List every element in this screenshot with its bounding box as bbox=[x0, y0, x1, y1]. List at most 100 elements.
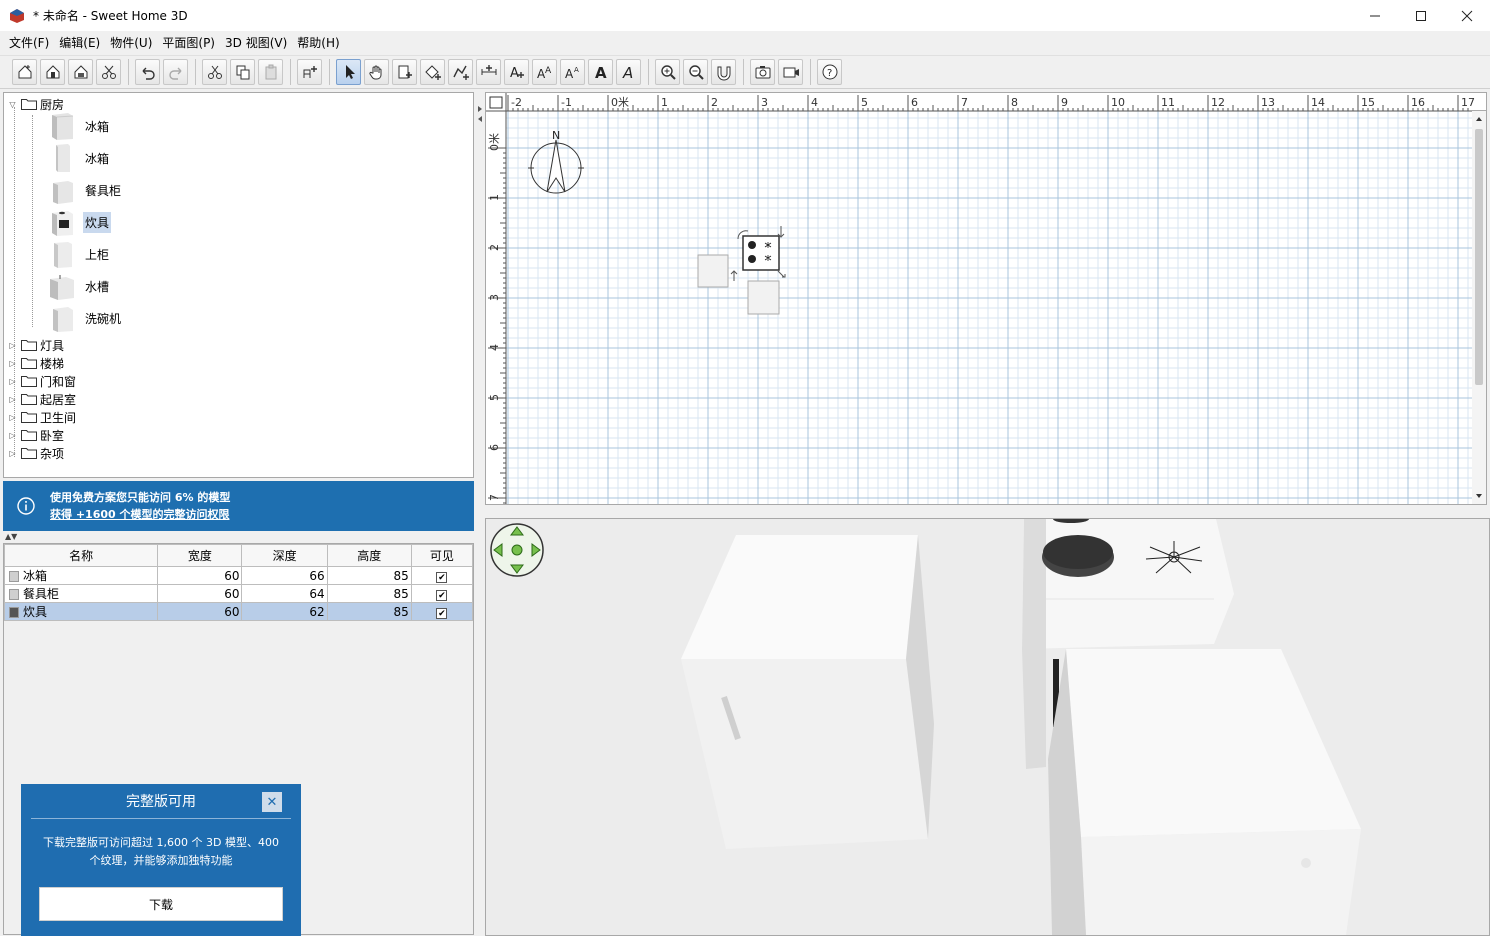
menu-help[interactable]: 帮助(H) bbox=[292, 34, 344, 51]
catalog-item[interactable]: 水槽 bbox=[48, 271, 111, 301]
get-full-access-link[interactable]: 获得 +1600 个模型的完整访问权限 bbox=[50, 506, 230, 523]
catalog-category-label: 厨房 bbox=[40, 97, 65, 112]
close-icon[interactable]: ✕ bbox=[262, 792, 282, 812]
add-text-icon[interactable]: A bbox=[504, 59, 529, 85]
select-mode-icon[interactable] bbox=[336, 59, 361, 85]
catalog-item[interactable]: 冰箱 bbox=[48, 143, 111, 173]
ruler-label: 5 bbox=[488, 394, 501, 401]
copy-icon[interactable] bbox=[230, 59, 255, 85]
column-header-width[interactable]: 宽度 bbox=[157, 544, 243, 567]
create-polylines-icon[interactable] bbox=[448, 59, 473, 85]
close-icon[interactable] bbox=[1444, 0, 1490, 31]
zoom-out-icon[interactable] bbox=[683, 59, 708, 85]
svg-text:?: ? bbox=[827, 68, 832, 79]
ruler-label: 7 bbox=[961, 96, 968, 109]
menu-3d-view[interactable]: 3D 视图(V) bbox=[220, 34, 292, 51]
visible-checkbox[interactable]: ✔ bbox=[436, 571, 448, 583]
fridge-3d-model bbox=[681, 535, 934, 849]
svg-text:A: A bbox=[622, 64, 633, 81]
catalog-item[interactable]: 餐具柜 bbox=[48, 175, 123, 205]
menu-file[interactable]: 文件(F) bbox=[4, 34, 54, 51]
catalog-category-lighting[interactable]: ▷ 灯具 bbox=[8, 336, 64, 354]
collapse-arrow-icon[interactable]: ▷ bbox=[8, 449, 17, 458]
horizontal-splitter[interactable] bbox=[485, 506, 1490, 518]
splitter-arrows-icon[interactable]: ▲▼ bbox=[5, 532, 17, 541]
collapse-arrow-icon[interactable]: ▷ bbox=[8, 413, 17, 422]
import-icon[interactable] bbox=[711, 59, 736, 85]
column-header-depth[interactable]: 深度 bbox=[241, 544, 328, 567]
zoom-in-icon[interactable] bbox=[655, 59, 680, 85]
furniture-catalog-tree[interactable]: ▽ 厨房 冰箱 冰箱 餐具柜 炊具 上柜 水槽 洗碗机 ▷ 灯具 ▷ 楼梯 ▷ … bbox=[3, 92, 474, 478]
catalog-item-label: 上柜 bbox=[85, 247, 110, 262]
decrease-text-size-icon[interactable]: AA bbox=[560, 59, 585, 85]
svg-text:A: A bbox=[545, 66, 552, 76]
furniture-row-icon bbox=[9, 589, 19, 600]
menu-furniture[interactable]: 物件(U) bbox=[105, 34, 157, 51]
collapse-arrow-icon[interactable]: ▷ bbox=[8, 377, 17, 386]
cut-icon[interactable] bbox=[202, 59, 227, 85]
create-rooms-icon[interactable] bbox=[420, 59, 445, 85]
folder-icon bbox=[21, 430, 37, 441]
plan-cooker bbox=[742, 235, 780, 271]
open-icon[interactable] bbox=[40, 59, 65, 85]
create-dimensions-icon[interactable] bbox=[476, 59, 501, 85]
expand-arrow-icon[interactable]: ▽ bbox=[8, 100, 17, 109]
furniture-width: 60 bbox=[157, 602, 243, 621]
catalog-category-living-room[interactable]: ▷ 起居室 bbox=[8, 390, 76, 408]
furniture-height: 85 bbox=[326, 584, 412, 603]
collapse-arrow-icon[interactable]: ▷ bbox=[8, 341, 17, 350]
toolbar-separator bbox=[195, 59, 196, 85]
create-photo-icon[interactable] bbox=[750, 59, 775, 85]
3d-navigation-control[interactable] bbox=[490, 523, 544, 577]
add-furniture-icon[interactable] bbox=[297, 59, 322, 85]
column-header-height[interactable]: 高度 bbox=[326, 544, 412, 567]
catalog-category-bedroom[interactable]: ▷ 卧室 bbox=[8, 426, 64, 444]
catalog-item[interactable]: 上柜 bbox=[48, 239, 111, 269]
collapse-arrow-icon[interactable]: ▷ bbox=[8, 359, 17, 368]
plan-canvas[interactable]: -2 -1 0米 1 2 3 4 5 6 7 8 9 10 11 12 13 14 15 16 170米1234567… bbox=[486, 93, 1486, 504]
catalog-item[interactable]: 冰箱 bbox=[48, 111, 111, 141]
catalog-category-misc[interactable]: ▷ 杂项 bbox=[8, 444, 64, 462]
column-header-visible[interactable]: 可见 bbox=[410, 544, 474, 567]
table-row-selected[interactable]: 炊具 60 62 85 ✔ bbox=[3, 602, 474, 621]
collapse-arrow-icon[interactable]: ▷ bbox=[8, 431, 17, 440]
visible-checkbox[interactable]: ✔ bbox=[436, 607, 448, 619]
pan-mode-icon[interactable] bbox=[364, 59, 389, 85]
plan-view[interactable]: -2 -1 0米 1 2 3 4 5 6 7 8 9 10 11 12 13 14 15 16 17 0米 1 2 3 4 5 6 7… bbox=[485, 92, 1487, 505]
undo-icon[interactable] bbox=[135, 59, 160, 85]
visible-checkbox[interactable]: ✔ bbox=[436, 589, 448, 601]
maximize-icon[interactable] bbox=[1398, 0, 1444, 31]
catalog-category-stairs[interactable]: ▷ 楼梯 bbox=[8, 354, 64, 372]
create-video-icon[interactable] bbox=[778, 59, 803, 85]
italic-text-icon[interactable]: A bbox=[616, 59, 641, 85]
furniture-depth: 62 bbox=[241, 602, 328, 621]
minimize-icon[interactable] bbox=[1352, 0, 1398, 31]
plan-corner-icon bbox=[489, 96, 503, 109]
menu-edit[interactable]: 编辑(E) bbox=[54, 34, 105, 51]
upper-cabinet-thumbnail-icon bbox=[54, 242, 72, 268]
catalog-category-label: 灯具 bbox=[40, 338, 65, 353]
download-button[interactable]: 下载 bbox=[39, 887, 283, 921]
collapse-arrow-icon[interactable]: ▷ bbox=[8, 395, 17, 404]
3d-view[interactable] bbox=[485, 518, 1490, 936]
help-icon[interactable]: ? bbox=[817, 59, 842, 85]
catalog-category-bathroom[interactable]: ▷ 卫生间 bbox=[8, 408, 76, 426]
save-icon[interactable] bbox=[68, 59, 93, 85]
menu-plan[interactable]: 平面图(P) bbox=[157, 34, 220, 51]
paste-icon[interactable] bbox=[258, 59, 283, 85]
bold-text-icon[interactable]: A bbox=[588, 59, 613, 85]
vertical-splitter[interactable] bbox=[474, 92, 485, 936]
catalog-item[interactable]: 洗碗机 bbox=[48, 303, 123, 333]
cut-furniture-icon[interactable] bbox=[96, 59, 121, 85]
catalog-item-selected[interactable]: 炊具 bbox=[48, 207, 112, 237]
svg-text:A: A bbox=[510, 66, 519, 81]
toolbar: A AA AA A A ? bbox=[0, 55, 1490, 89]
increase-text-size-icon[interactable]: AA bbox=[532, 59, 557, 85]
create-walls-icon[interactable] bbox=[392, 59, 417, 85]
table-row[interactable]: 冰箱 60 66 85 ✔ bbox=[3, 566, 474, 585]
column-header-name[interactable]: 名称 bbox=[3, 544, 159, 567]
catalog-category-doors-windows[interactable]: ▷ 门和窗 bbox=[8, 372, 76, 390]
table-row[interactable]: 餐具柜 60 64 85 ✔ bbox=[3, 584, 474, 603]
redo-icon[interactable] bbox=[163, 59, 188, 85]
new-home-icon[interactable] bbox=[12, 59, 37, 85]
